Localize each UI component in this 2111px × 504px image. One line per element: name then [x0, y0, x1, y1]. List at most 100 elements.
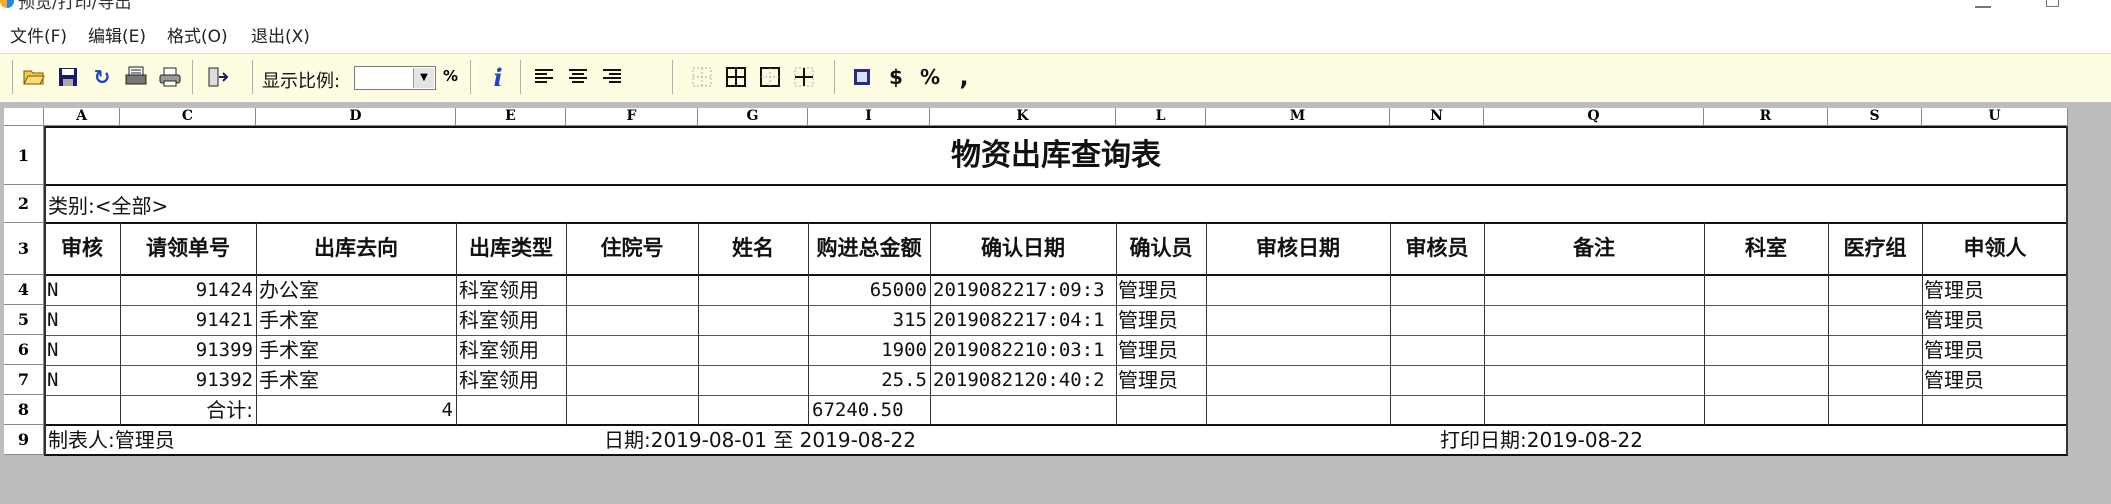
- cell-applicant[interactable]: 管理员: [1924, 276, 2064, 304]
- cell-destination[interactable]: 手术室: [259, 366, 454, 394]
- column-header[interactable]: A: [44, 108, 120, 126]
- cell-confirm-date[interactable]: 2019082217:09:3: [933, 276, 1114, 304]
- column-header[interactable]: S: [1828, 108, 1922, 126]
- cell-type[interactable]: 科室领用: [459, 366, 564, 394]
- menu-exit[interactable]: 退出(X): [251, 27, 310, 47]
- cell-amount[interactable]: 25.5: [810, 366, 927, 394]
- cell-destination[interactable]: 办公室: [259, 276, 454, 304]
- column-header[interactable]: U: [1922, 108, 2068, 126]
- format-currency-icon[interactable]: $: [882, 63, 910, 91]
- column-header[interactable]: K: [930, 108, 1116, 126]
- column-header[interactable]: D: [256, 108, 456, 126]
- category-cell[interactable]: 类别:<全部>: [48, 192, 448, 220]
- row-header[interactable]: 2: [4, 185, 44, 223]
- cell-confirmer[interactable]: 管理员: [1118, 336, 1204, 364]
- menu-edit[interactable]: 编辑(E): [88, 27, 146, 47]
- format-general-icon[interactable]: [848, 63, 876, 91]
- border-inner-icon[interactable]: [790, 63, 818, 91]
- header-cell[interactable]: 审核日期: [1206, 223, 1390, 273]
- cell-order-no[interactable]: 91421: [122, 306, 253, 334]
- menu-file[interactable]: 文件(F): [10, 27, 67, 47]
- cell-confirm-date[interactable]: 2019082120:40:2: [933, 366, 1114, 394]
- total-amount[interactable]: 67240.50: [812, 396, 928, 424]
- column-header[interactable]: L: [1116, 108, 1206, 126]
- column-header[interactable]: M: [1206, 108, 1390, 126]
- header-cell[interactable]: 住院号: [566, 223, 698, 273]
- row-header[interactable]: 9: [4, 425, 44, 455]
- info-icon[interactable]: i: [484, 63, 512, 92]
- cell-audit[interactable]: N: [47, 276, 117, 304]
- cell-order-no[interactable]: 91424: [122, 276, 253, 304]
- header-cell[interactable]: 审核员: [1390, 223, 1484, 273]
- folder-open-icon[interactable]: [20, 63, 48, 91]
- format-percent-icon[interactable]: %: [916, 63, 944, 91]
- total-label[interactable]: 合计:: [122, 396, 253, 424]
- cell-order-no[interactable]: 91399: [122, 336, 253, 364]
- cell-confirmer[interactable]: 管理员: [1118, 276, 1204, 304]
- sheet-corner[interactable]: [4, 108, 44, 126]
- header-cell[interactable]: 确认日期: [930, 223, 1116, 273]
- cell-order-no[interactable]: 91392: [122, 366, 253, 394]
- header-cell[interactable]: 请领单号: [120, 223, 256, 273]
- row-header[interactable]: 7: [4, 365, 44, 395]
- header-cell[interactable]: 出库类型: [456, 223, 566, 273]
- column-header[interactable]: I: [808, 108, 930, 126]
- cell-destination[interactable]: 手术室: [259, 306, 454, 334]
- cell-applicant[interactable]: 管理员: [1924, 306, 2064, 334]
- save-icon[interactable]: [54, 63, 82, 91]
- column-header[interactable]: E: [456, 108, 566, 126]
- cell-confirmer[interactable]: 管理员: [1118, 306, 1204, 334]
- export-icon[interactable]: [204, 63, 232, 91]
- border-outer-icon[interactable]: [756, 63, 784, 91]
- cell-confirm-date[interactable]: 2019082210:03:1: [933, 336, 1114, 364]
- cell-confirm-date[interactable]: 2019082217:04:1: [933, 306, 1114, 334]
- column-header[interactable]: N: [1390, 108, 1484, 126]
- header-cell[interactable]: 确认员: [1116, 223, 1206, 273]
- align-left-icon[interactable]: [530, 63, 558, 91]
- border-none-icon[interactable]: [688, 63, 716, 91]
- total-count[interactable]: 4: [259, 396, 453, 424]
- row-header[interactable]: 4: [4, 275, 44, 305]
- cell-amount[interactable]: 315: [810, 306, 927, 334]
- header-cell[interactable]: 购进总金额: [808, 223, 930, 273]
- print-preview-icon[interactable]: [122, 63, 150, 91]
- header-cell[interactable]: 出库去向: [256, 223, 456, 273]
- column-header[interactable]: R: [1704, 108, 1828, 126]
- cell-audit[interactable]: N: [47, 366, 117, 394]
- header-cell[interactable]: 审核: [44, 223, 120, 273]
- align-right-icon[interactable]: [598, 63, 626, 91]
- report-date-range[interactable]: 日期:2019-08-01 至 2019-08-22: [604, 426, 916, 454]
- report-print-date[interactable]: 打印日期:2019-08-22: [1440, 426, 1643, 454]
- column-header[interactable]: C: [120, 108, 256, 126]
- chevron-down-icon[interactable]: ▼: [413, 68, 434, 88]
- header-cell[interactable]: 医疗组: [1828, 223, 1922, 273]
- cell-confirmer[interactable]: 管理员: [1118, 366, 1204, 394]
- border-all-icon[interactable]: [722, 63, 750, 91]
- column-header[interactable]: F: [566, 108, 698, 126]
- format-comma-icon[interactable]: ,: [950, 63, 978, 91]
- header-cell[interactable]: 姓名: [698, 223, 808, 273]
- column-header[interactable]: G: [698, 108, 808, 126]
- align-center-icon[interactable]: [564, 63, 592, 91]
- cell-amount[interactable]: 65000: [810, 276, 927, 304]
- header-cell[interactable]: 申领人: [1922, 223, 2068, 273]
- cell-type[interactable]: 科室领用: [459, 336, 564, 364]
- row-header[interactable]: 6: [4, 335, 44, 365]
- column-header[interactable]: Q: [1484, 108, 1704, 126]
- cell-applicant[interactable]: 管理员: [1924, 366, 2064, 394]
- row-header[interactable]: 1: [4, 126, 44, 185]
- cell-audit[interactable]: N: [47, 306, 117, 334]
- cell-applicant[interactable]: 管理员: [1924, 336, 2064, 364]
- row-header[interactable]: 8: [4, 395, 44, 425]
- cell-type[interactable]: 科室领用: [459, 306, 564, 334]
- header-cell[interactable]: 备注: [1484, 223, 1704, 273]
- row-header[interactable]: 5: [4, 305, 44, 335]
- row-header[interactable]: 3: [4, 223, 44, 275]
- maximize-icon[interactable]: [2046, 0, 2059, 7]
- report-title[interactable]: 物资出库查询表: [44, 128, 2068, 184]
- cell-type[interactable]: 科室领用: [459, 276, 564, 304]
- report-maker[interactable]: 制表人:管理员: [48, 426, 175, 454]
- minimize-icon[interactable]: [1975, 6, 1991, 8]
- cell-amount[interactable]: 1900: [810, 336, 927, 364]
- cell-destination[interactable]: 手术室: [259, 336, 454, 364]
